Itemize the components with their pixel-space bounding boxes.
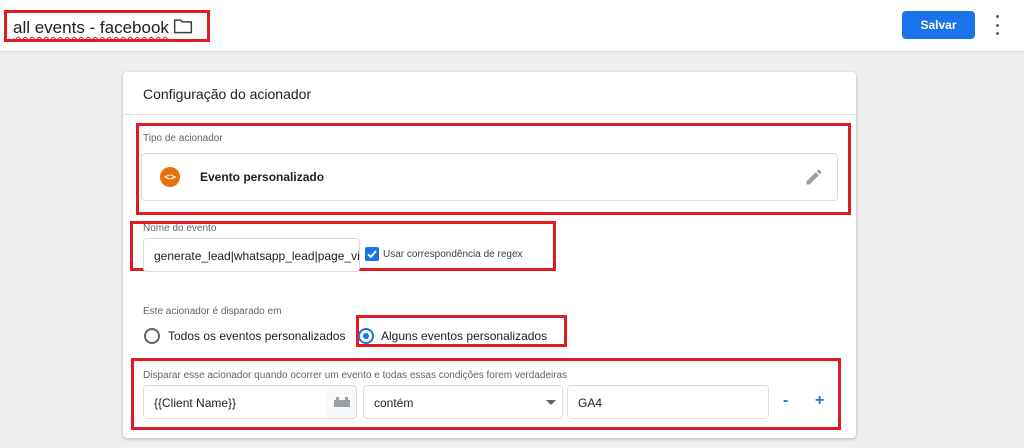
card-title: Configuração do acionador xyxy=(143,86,312,102)
event-name-label: Nome do evento xyxy=(143,223,217,234)
condition-variable-value: {{Client Name}} xyxy=(154,396,237,410)
trigger-type-selector[interactable]: <> Evento personalizado xyxy=(141,153,838,201)
event-name-value: generate_lead|whatsapp_lead|page_view xyxy=(154,249,360,263)
add-condition-button[interactable]: + xyxy=(815,392,824,410)
condition-variable-input[interactable]: {{Client Name}} xyxy=(143,385,328,419)
trigger-type-value: Evento personalizado xyxy=(200,170,325,184)
radio-some-events[interactable] xyxy=(358,328,374,344)
condition-operator-select[interactable]: contém xyxy=(363,385,563,419)
top-bar: all events - facebook Salvar xyxy=(0,0,1024,52)
fires-on-label: Este acionador é disparado em xyxy=(143,306,282,317)
regex-checkbox-label: Usar correspondência de regex xyxy=(383,249,523,260)
card-header: Configuração do acionador xyxy=(123,72,856,115)
more-vert-icon[interactable] xyxy=(992,15,1002,35)
event-name-input[interactable]: generate_lead|whatsapp_lead|page_view xyxy=(143,238,360,272)
variable-picker-button[interactable] xyxy=(327,385,357,419)
trigger-name-title[interactable]: all events - facebook xyxy=(13,18,169,38)
remove-condition-button[interactable]: - xyxy=(783,392,788,410)
variable-brick-icon xyxy=(333,397,350,407)
radio-all-events-label: Todos os eventos personalizados xyxy=(168,329,346,343)
trigger-config-card: Configuração do acionador Tipo de aciona… xyxy=(123,72,856,438)
dropdown-arrow-icon xyxy=(546,400,556,405)
condition-label: Disparar esse acionador quando ocorrer u… xyxy=(143,370,568,381)
condition-value-text: GA4 xyxy=(578,396,603,410)
title-annotation-box: all events - facebook xyxy=(4,10,210,42)
custom-event-icon: <> xyxy=(160,167,180,187)
pencil-icon[interactable] xyxy=(804,167,824,187)
radio-some-events-label: Alguns eventos personalizados xyxy=(381,329,548,343)
save-button[interactable]: Salvar xyxy=(902,11,975,39)
condition-operator-value: contém xyxy=(374,396,414,410)
radio-all-events[interactable] xyxy=(144,328,160,344)
trigger-type-label: Tipo de acionador xyxy=(143,133,223,144)
folder-icon[interactable] xyxy=(173,17,193,35)
regex-checkbox[interactable] xyxy=(365,247,379,261)
condition-value-input[interactable]: GA4 xyxy=(567,385,769,419)
